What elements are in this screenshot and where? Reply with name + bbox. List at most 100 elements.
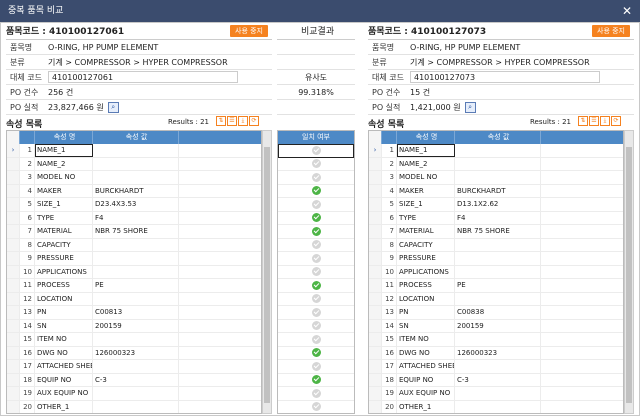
match-row[interactable] [278,225,354,239]
match-row[interactable] [278,266,354,279]
attribute-value[interactable]: PE [93,279,179,292]
attribute-name[interactable]: APPLICATIONS [397,265,455,278]
row-selector[interactable] [7,373,20,386]
row-selector[interactable] [7,319,20,332]
table-row[interactable]: 2 NAME_2 [369,157,623,171]
match-row[interactable] [278,306,354,320]
row-selector[interactable] [369,373,382,386]
match-row[interactable] [278,374,354,387]
attribute-name[interactable]: SIZE_1 [397,198,455,211]
col-header-match[interactable]: 일치 여부 [278,131,354,144]
attribute-name[interactable]: CAPACITY [397,238,455,251]
attribute-name[interactable]: PRESSURE [397,252,455,265]
attribute-value[interactable] [455,387,541,400]
attribute-name[interactable]: TYPE [397,211,455,224]
table-row[interactable]: 12 LOCATION [369,292,623,306]
row-selector[interactable] [7,360,20,373]
attribute-value[interactable] [93,157,179,170]
row-selector[interactable] [7,387,20,400]
table-row[interactable]: › 1 NAME_1 [369,144,623,158]
attribute-name[interactable]: MAKER [35,184,93,197]
row-selector[interactable] [7,238,20,251]
table-row[interactable]: 11 PROCESS PE [369,279,623,293]
table-row[interactable]: 3 MODEL NO [7,171,261,185]
table-row[interactable]: 13 PN C00838 [369,306,623,320]
table-row[interactable]: 14 SN 200159 [7,319,261,333]
alt-code-field[interactable]: 410100127073 [410,71,600,83]
attribute-name[interactable]: SN [35,319,93,332]
table-row[interactable]: 6 TYPE F4 [7,211,261,225]
col-header-name[interactable]: 속성 명 [397,131,455,144]
row-selector[interactable] [7,333,20,346]
table-row[interactable]: 5 SIZE_1 D23.4X3.53 [7,198,261,212]
table-row[interactable]: 5 SIZE_1 D13.1X2.62 [369,198,623,212]
filter-icon[interactable]: ⇅ [216,116,226,126]
attribute-value[interactable]: C-3 [455,373,541,386]
row-selector[interactable] [369,171,382,184]
match-row[interactable] [278,333,354,347]
attribute-name[interactable]: AUX EQUIP NO [35,387,93,400]
match-row[interactable] [278,252,354,266]
attribute-name[interactable]: SN [397,319,455,332]
table-row[interactable]: 4 MAKER BURCKHARDT [369,184,623,198]
attribute-name[interactable]: EQUIP NO [35,373,93,386]
row-selector[interactable] [7,292,20,305]
attribute-name[interactable]: ITEM NO [397,333,455,346]
attribute-name[interactable]: OTHER_1 [397,400,455,413]
match-row[interactable] [278,387,354,401]
attribute-name[interactable]: AUX EQUIP NO [397,387,455,400]
row-selector[interactable] [369,333,382,346]
export-icon[interactable]: ⤓ [238,116,248,126]
attribute-name[interactable]: NAME_1 [397,144,455,157]
attribute-value[interactable]: C-3 [93,373,179,386]
attribute-name[interactable]: ITEM NO [35,333,93,346]
attribute-name[interactable]: LOCATION [35,292,93,305]
table-row[interactable]: 8 CAPACITY [369,238,623,252]
row-selector[interactable] [7,211,20,224]
attribute-value[interactable] [455,238,541,251]
table-row[interactable]: 7 MATERIAL NBR 75 SHORE [7,225,261,239]
left-use-button[interactable]: 사용 중지 [230,25,268,37]
table-row[interactable]: 7 MATERIAL NBR 75 SHORE [369,225,623,239]
attribute-value[interactable] [93,265,179,278]
attribute-name[interactable]: DWG NO [397,346,455,359]
row-selector[interactable] [7,157,20,170]
attribute-value[interactable] [455,157,541,170]
row-selector[interactable] [7,225,20,238]
match-row[interactable] [278,212,354,225]
attribute-value[interactable] [93,252,179,265]
attribute-value[interactable] [455,360,541,373]
row-selector[interactable] [369,184,382,197]
attribute-name[interactable]: MATERIAL [35,225,93,238]
attribute-value[interactable] [455,400,541,413]
match-row[interactable] [278,239,354,252]
row-selector[interactable] [369,346,382,359]
row-selector[interactable] [369,292,382,305]
table-row[interactable]: 2 NAME_2 [7,157,261,171]
filter-icon[interactable]: ⇅ [578,116,588,126]
row-selector[interactable] [7,265,20,278]
table-row[interactable]: 15 ITEM NO [369,333,623,347]
match-row[interactable] [278,293,354,306]
attribute-value[interactable] [93,238,179,251]
search-icon[interactable]: ⌕ [107,101,119,113]
table-row[interactable]: 6 TYPE F4 [369,211,623,225]
search-icon[interactable]: ⌕ [464,101,476,113]
match-row[interactable] [278,360,354,374]
attribute-value[interactable] [455,171,541,184]
row-selector[interactable] [7,171,20,184]
table-row[interactable]: 14 SN 200159 [369,319,623,333]
refresh-icon[interactable]: ⟳ [249,116,259,126]
table-row[interactable]: 9 PRESSURE [7,252,261,266]
attribute-name[interactable]: NAME_2 [35,157,93,170]
table-row[interactable]: 18 EQUIP NO C-3 [369,373,623,387]
row-selector[interactable] [369,400,382,413]
table-row[interactable]: 17 ATTACHED SHEET [369,360,623,374]
table-row[interactable]: 19 AUX EQUIP NO [369,387,623,401]
col-header-value[interactable]: 속성 값 [455,131,541,144]
list-icon[interactable]: ☰ [227,116,237,126]
attribute-value[interactable]: NBR 75 SHORE [455,225,541,238]
col-header-value[interactable]: 속성 값 [93,131,179,144]
export-icon[interactable]: ⤓ [600,116,610,126]
row-selector[interactable] [369,306,382,319]
